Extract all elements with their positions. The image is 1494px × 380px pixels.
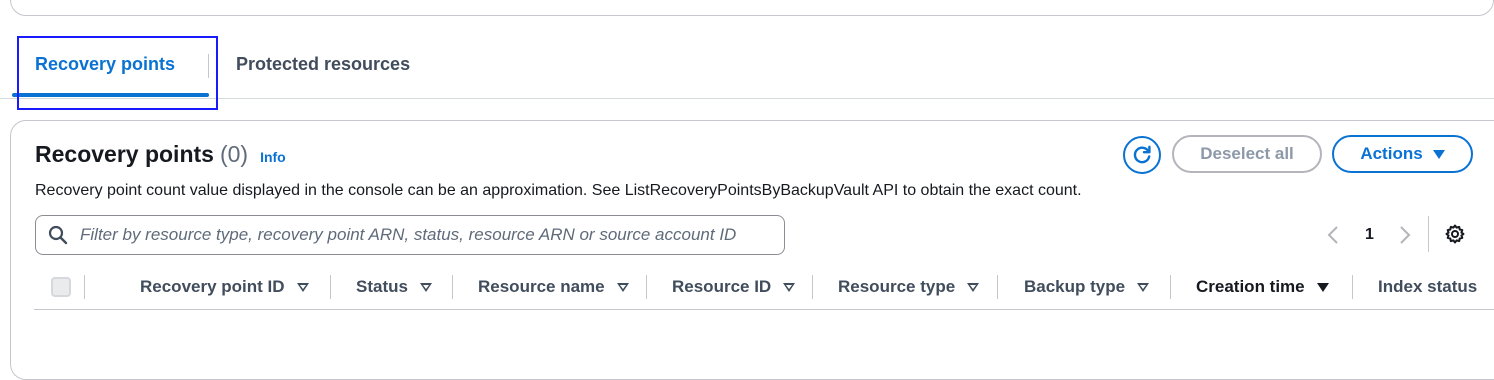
actions-dropdown-button[interactable]: Actions — [1332, 135, 1473, 173]
column-divider — [997, 275, 998, 299]
panel-title: Recovery points (0) Info — [35, 141, 286, 168]
sort-icon — [296, 282, 309, 292]
column-header-status[interactable]: Status — [356, 274, 432, 300]
sort-icon — [967, 282, 980, 292]
filter-input[interactable] — [78, 224, 768, 246]
column-header-recovery-point-id[interactable]: Recovery point ID — [140, 274, 309, 300]
sort-icon — [1137, 282, 1150, 292]
panel-description: Recovery point count value displayed in … — [35, 182, 1082, 199]
tab-bar: Recovery points Protected resources — [0, 30, 1494, 99]
actions-label: Actions — [1360, 144, 1423, 163]
tab-protected-resources-label: Protected resources — [236, 53, 411, 74]
column-divider — [452, 275, 453, 299]
info-link[interactable]: Info — [260, 149, 286, 165]
chevron-left-icon — [1327, 226, 1338, 244]
pagination-divider — [1428, 216, 1429, 252]
column-header-creation-time[interactable]: Creation time — [1196, 274, 1329, 300]
refresh-button[interactable] — [1123, 136, 1161, 174]
column-header-resource-type[interactable]: Resource type — [838, 274, 980, 300]
column-divider — [1352, 275, 1353, 299]
column-header-resource-name[interactable]: Resource name — [478, 274, 629, 300]
previous-page-button[interactable] — [1326, 222, 1340, 248]
recovery-points-count: (0) — [219, 141, 249, 167]
column-label: Resource type — [838, 277, 956, 296]
sort-icon — [419, 282, 432, 292]
tab-focus-outline — [17, 36, 218, 110]
column-header-resource-id[interactable]: Resource ID — [672, 274, 796, 300]
select-all-checkbox[interactable] — [51, 277, 71, 297]
panel-title-text: Recovery points — [35, 141, 214, 167]
deselect-all-label: Deselect all — [1200, 144, 1294, 163]
column-label: Backup type — [1024, 277, 1126, 296]
next-page-button[interactable] — [1398, 222, 1412, 248]
column-divider — [1170, 275, 1171, 299]
column-divider — [84, 275, 85, 299]
refresh-icon — [1133, 145, 1151, 164]
previous-section-card — [10, 0, 1494, 16]
column-header-index-status[interactable]: Index status — [1378, 274, 1477, 300]
column-divider — [330, 275, 331, 299]
column-label: Status — [356, 277, 408, 296]
caret-down-icon — [1432, 149, 1445, 159]
gear-icon — [1445, 224, 1465, 244]
chevron-right-icon — [1400, 226, 1411, 244]
tab-protected-resources[interactable]: Protected resources — [236, 30, 410, 98]
column-label: Resource ID — [672, 277, 772, 296]
filter-search-box[interactable] — [35, 215, 785, 255]
preferences-button[interactable] — [1444, 223, 1466, 250]
column-label: Resource name — [478, 277, 605, 296]
sort-icon — [616, 282, 629, 292]
deselect-all-button[interactable]: Deselect all — [1172, 135, 1322, 173]
column-divider — [812, 275, 813, 299]
column-divider — [646, 275, 647, 299]
page-number-1[interactable]: 1 — [1365, 222, 1374, 248]
column-label: Creation time — [1196, 277, 1305, 296]
column-label: Recovery point ID — [140, 277, 285, 296]
sort-icon — [783, 282, 796, 292]
search-icon — [48, 225, 68, 245]
column-header-backup-type[interactable]: Backup type — [1024, 274, 1150, 300]
sort-descending-icon — [1316, 282, 1329, 292]
column-label: Index status — [1378, 277, 1478, 296]
